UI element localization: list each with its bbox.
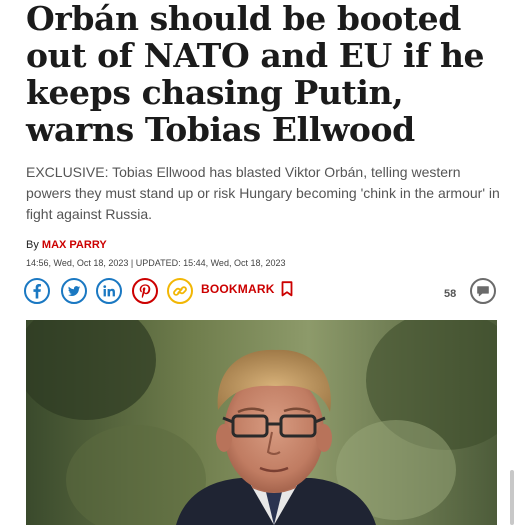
portrait-photo bbox=[26, 320, 497, 525]
bookmark-button[interactable]: BOOKMARK bbox=[201, 281, 293, 297]
comment-icon bbox=[470, 278, 496, 304]
pinterest-icon bbox=[132, 278, 158, 304]
facebook-share-button[interactable] bbox=[24, 278, 50, 304]
comment-count[interactable]: 58 bbox=[444, 288, 456, 300]
pinterest-share-button[interactable] bbox=[132, 278, 158, 304]
link-icon bbox=[167, 278, 193, 304]
linkedin-share-button[interactable] bbox=[96, 278, 122, 304]
byline-prefix: By bbox=[26, 239, 39, 251]
facebook-icon bbox=[24, 278, 50, 304]
page-scrollbar[interactable] bbox=[510, 470, 514, 525]
article-standfirst: EXCLUSIVE: Tobias Ellwood has blasted Vi… bbox=[26, 164, 500, 222]
twitter-icon bbox=[61, 278, 87, 304]
share-bar: BOOKMARK 58 bbox=[24, 278, 499, 306]
twitter-share-button[interactable] bbox=[61, 278, 87, 304]
byline: By MAX PARRY bbox=[26, 239, 107, 251]
copy-link-button[interactable] bbox=[167, 278, 193, 304]
article-hero-photo bbox=[26, 320, 497, 525]
publish-dates: 14:56, Wed, Oct 18, 2023 | UPDATED: 15:4… bbox=[26, 258, 286, 268]
bookmark-label: BOOKMARK bbox=[201, 282, 275, 296]
article-page: Orbán should be booted out of NATO and E… bbox=[0, 0, 515, 525]
linkedin-icon bbox=[96, 278, 122, 304]
article-headline: Orbán should be booted out of NATO and E… bbox=[26, 0, 485, 149]
comments-button[interactable] bbox=[470, 278, 496, 304]
author-link[interactable]: MAX PARRY bbox=[42, 239, 107, 251]
bookmark-icon bbox=[281, 281, 293, 297]
